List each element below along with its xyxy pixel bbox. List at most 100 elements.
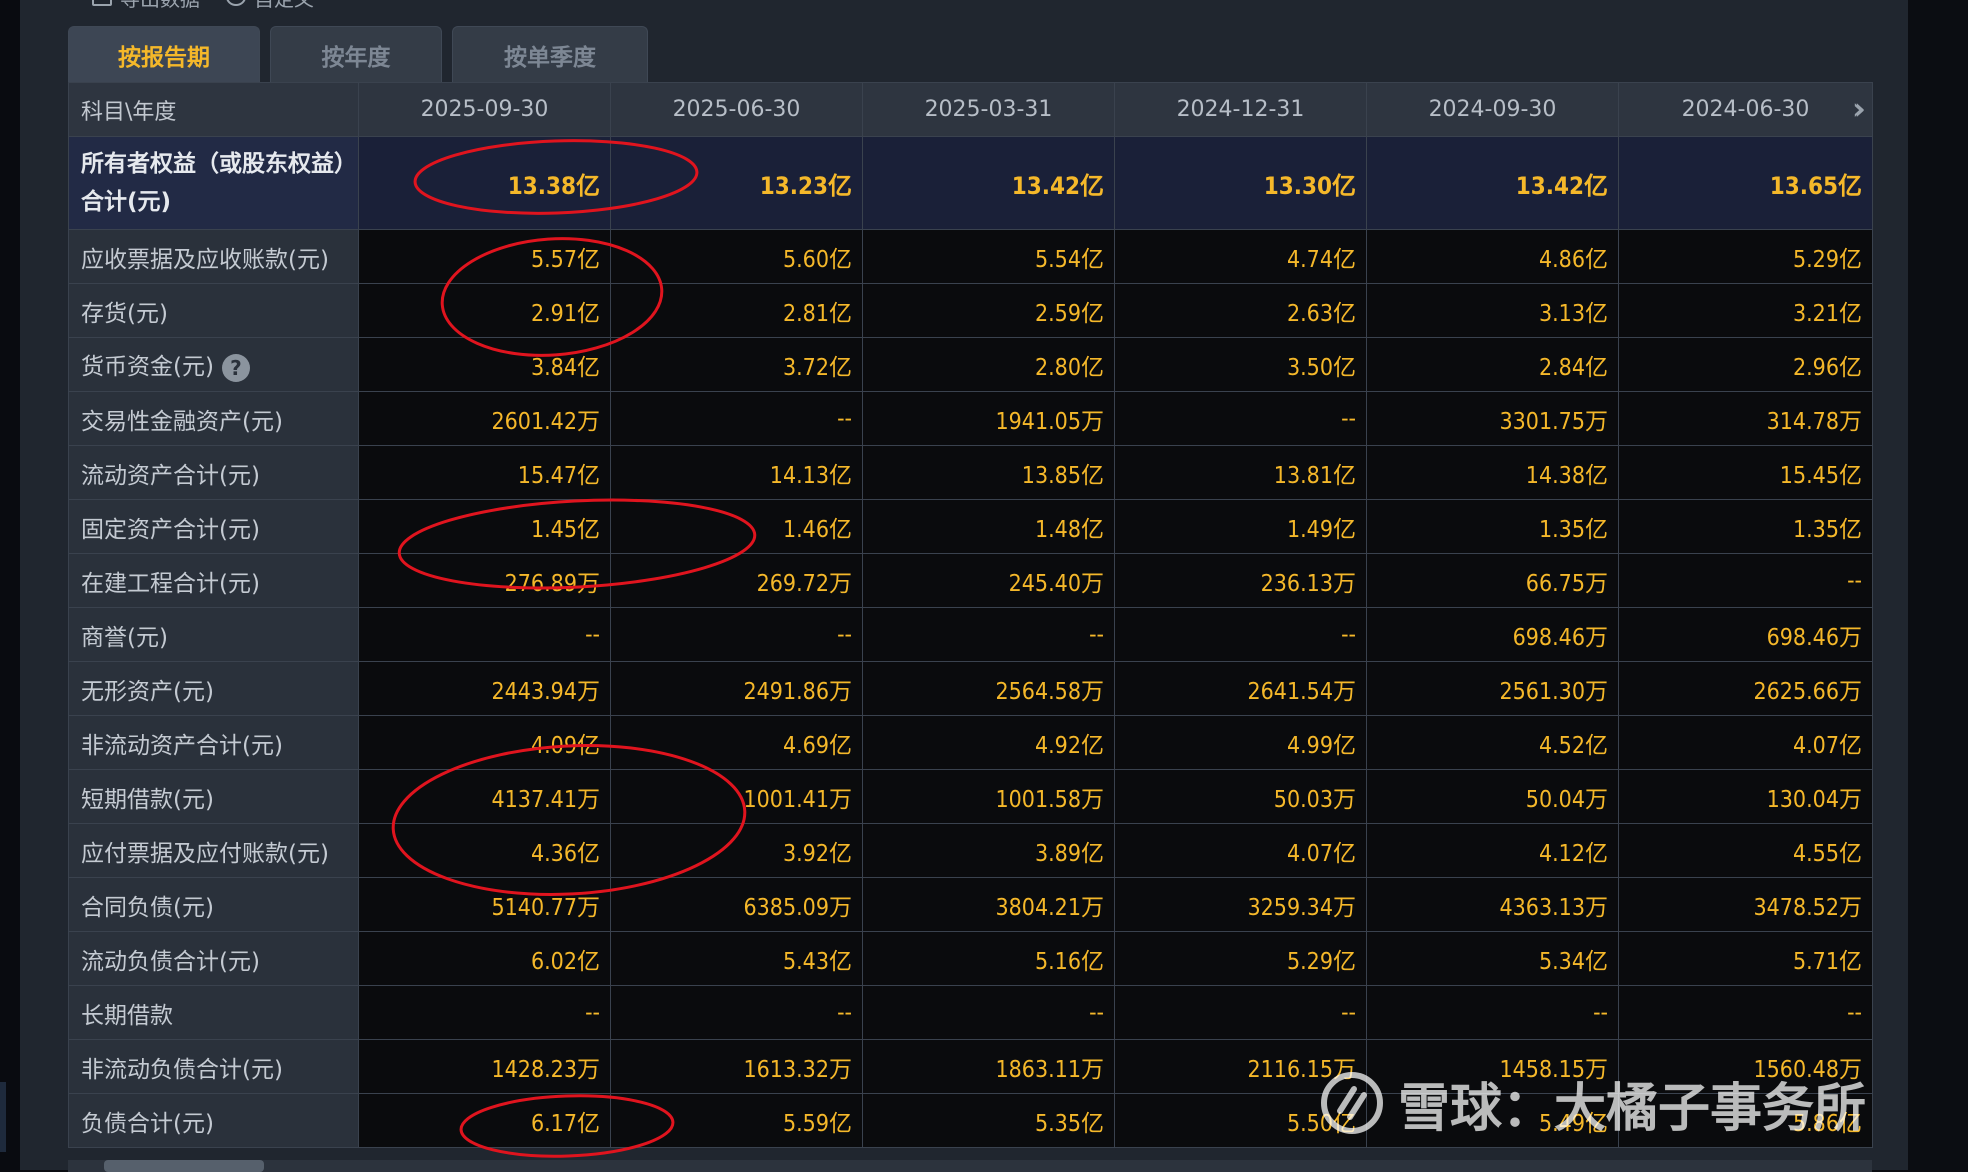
value-cell: 4.86亿 xyxy=(1366,229,1619,284)
row-label: 流动资产合计(元) xyxy=(68,445,359,500)
value-cell: 13.30亿 xyxy=(1114,136,1367,230)
value-cell: -- xyxy=(358,985,611,1040)
row-label-text: 交易性金融资产(元) xyxy=(81,408,283,435)
table-row: 长期借款 -- -- -- -- -- -- xyxy=(68,985,1873,1040)
value-cell: 2.96亿 xyxy=(1618,337,1873,392)
row-label-text: 非流动资产合计(元) xyxy=(81,732,283,759)
value-cell: 2491.86万 xyxy=(610,661,863,716)
row-label-text: 应付票据及应付账款(元) xyxy=(81,840,329,867)
value-cell: 2.84亿 xyxy=(1366,337,1619,392)
table-row: 流动负债合计(元) 6.02亿 5.43亿 5.16亿 5.29亿 5.34亿 5.71亿 xyxy=(68,931,1873,986)
table-row: 货币资金(元)? 3.84亿 3.72亿 2.80亿 3.50亿 2.84亿 2.96亿 xyxy=(68,337,1873,392)
row-label: 短期借款(元) xyxy=(68,769,359,824)
value-cell: 2443.94万 xyxy=(358,661,611,716)
row-label: 长期借款 xyxy=(68,985,359,1040)
value-cell: 4.36亿 xyxy=(358,823,611,878)
next-columns-icon[interactable]: ›› xyxy=(1854,95,1868,125)
row-label: 负债合计(元) xyxy=(68,1093,359,1148)
row-label: 应付票据及应付账款(元) xyxy=(68,823,359,878)
row-label-text: 商誉(元) xyxy=(81,624,168,651)
value-cell: 2641.54万 xyxy=(1114,661,1367,716)
value-cell: 15.45亿 xyxy=(1618,445,1873,500)
value-cell: 1.35亿 xyxy=(1366,499,1619,554)
table-row: 应付票据及应付账款(元) 4.36亿 3.92亿 3.89亿 4.07亿 4.12亿 4.5… xyxy=(68,823,1873,878)
value-cell: 2564.58万 xyxy=(862,661,1115,716)
value-cell: 2.80亿 xyxy=(862,337,1115,392)
value-cell: 13.23亿 xyxy=(610,136,863,230)
value-cell: 1001.58万 xyxy=(862,769,1115,824)
value-cell: 3478.52万 xyxy=(1618,877,1873,932)
value-cell: 5.57亿 xyxy=(358,229,611,284)
table-row: 在建工程合计(元) 276.89万 269.72万 245.40万 236.13万 66.… xyxy=(68,553,1873,608)
row-label-text: 所有者权益（或股东权益）合计(元) xyxy=(81,151,357,215)
row-label: 固定资产合计(元) xyxy=(68,499,359,554)
export-icon xyxy=(92,0,112,6)
value-cell: 2625.66万 xyxy=(1618,661,1873,716)
row-label: 商誉(元) xyxy=(68,607,359,662)
tab-by-report-period[interactable]: 按报告期 xyxy=(68,26,260,82)
column-header: 2024-12-31 xyxy=(1114,82,1367,137)
value-cell: 3804.21万 xyxy=(862,877,1115,932)
value-cell: 4.69亿 xyxy=(610,715,863,770)
row-label-text: 长期借款 xyxy=(81,1002,173,1029)
value-cell: 698.46万 xyxy=(1366,607,1619,662)
gear-icon xyxy=(226,0,246,6)
row-label: 合同负债(元) xyxy=(68,877,359,932)
value-cell: -- xyxy=(610,391,863,446)
value-cell: 13.65亿 xyxy=(1618,136,1873,230)
row-label: 在建工程合计(元) xyxy=(68,553,359,608)
value-cell: 5.54亿 xyxy=(862,229,1115,284)
value-cell: 1613.32万 xyxy=(610,1039,863,1094)
scrollbar-thumb[interactable] xyxy=(104,1160,264,1172)
value-cell: -- xyxy=(1366,985,1619,1040)
value-cell: -- xyxy=(1618,985,1873,1040)
value-cell: 4363.13万 xyxy=(1366,877,1619,932)
value-cell: 1.45亿 xyxy=(358,499,611,554)
row-label: 货币资金(元)? xyxy=(68,337,359,392)
row-label-text: 货币资金(元) xyxy=(81,354,214,381)
value-cell: 66.75万 xyxy=(1366,553,1619,608)
row-label: 无形资产(元) xyxy=(68,661,359,716)
tab-by-quarter[interactable]: 按单季度 xyxy=(452,26,648,82)
value-cell: 50.04万 xyxy=(1366,769,1619,824)
value-cell: 50.03万 xyxy=(1114,769,1367,824)
value-cell: 3.21亿 xyxy=(1618,283,1873,338)
value-cell: 3.72亿 xyxy=(610,337,863,392)
column-header: 2025-09-30 xyxy=(358,82,611,137)
help-icon[interactable]: ? xyxy=(221,353,250,382)
value-cell: 2601.42万 xyxy=(358,391,611,446)
value-cell: 5.43亿 xyxy=(610,931,863,986)
value-cell: -- xyxy=(1114,985,1367,1040)
table-row: 流动资产合计(元) 15.47亿 14.13亿 13.85亿 13.81亿 14.38亿 1… xyxy=(68,445,1873,500)
watermark: 雪球：大橘子事务所 xyxy=(1320,1068,1866,1139)
value-cell: 6.02亿 xyxy=(358,931,611,986)
value-cell: 5.60亿 xyxy=(610,229,863,284)
value-cell: 4.07亿 xyxy=(1114,823,1367,878)
column-header: 2025-06-30 xyxy=(610,82,863,137)
value-cell: 5.34亿 xyxy=(1366,931,1619,986)
value-cell: 2.91亿 xyxy=(358,283,611,338)
value-cell: 1001.41万 xyxy=(610,769,863,824)
value-cell: 1.48亿 xyxy=(862,499,1115,554)
export-data-button[interactable]: 导出数据 xyxy=(92,0,200,11)
value-cell: -- xyxy=(1618,553,1873,608)
value-cell: 314.78万 xyxy=(1618,391,1873,446)
column-header: 2024-06-30 ›› xyxy=(1618,82,1873,137)
tab-by-year[interactable]: 按年度 xyxy=(270,26,442,82)
value-cell: 5.16亿 xyxy=(862,931,1115,986)
value-cell: 2.81亿 xyxy=(610,283,863,338)
value-cell: 4.12亿 xyxy=(1366,823,1619,878)
value-cell: 5.29亿 xyxy=(1114,931,1367,986)
value-cell: 6385.09万 xyxy=(610,877,863,932)
value-cell: -- xyxy=(610,607,863,662)
period-tabs: 按报告期 按年度 按单季度 xyxy=(68,26,648,82)
horizontal-scrollbar[interactable] xyxy=(68,1160,1872,1172)
customize-button[interactable]: 自定义 xyxy=(226,0,314,11)
value-cell: 14.13亿 xyxy=(610,445,863,500)
row-label-text: 流动负债合计(元) xyxy=(81,948,260,975)
value-cell: 5140.77万 xyxy=(358,877,611,932)
row-label: 非流动负债合计(元) xyxy=(68,1039,359,1094)
value-cell: 269.72万 xyxy=(610,553,863,608)
table-row: 短期借款(元) 4137.41万 1001.41万 1001.58万 50.03万 50.… xyxy=(68,769,1873,824)
value-cell: -- xyxy=(1114,607,1367,662)
